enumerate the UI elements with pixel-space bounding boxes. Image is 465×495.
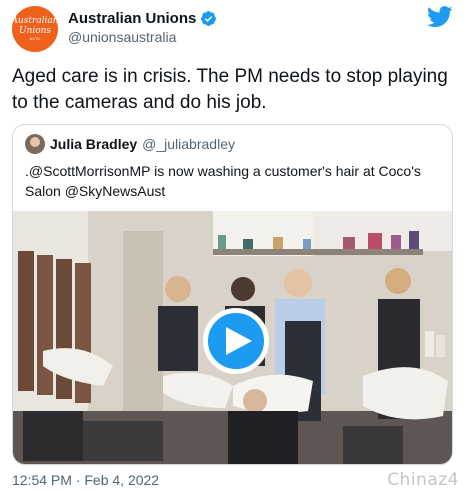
author-display-name-row[interactable]: Australian Unions bbox=[68, 9, 217, 28]
quoted-tweet-video[interactable] bbox=[13, 211, 452, 464]
quoted-tweet-card[interactable]: Julia Bradley @_juliabradley .@ScottMorr… bbox=[12, 124, 453, 465]
twitter-bird-icon[interactable] bbox=[427, 6, 453, 28]
avatar-text-line3: ACTU bbox=[29, 36, 41, 41]
tweet-timestamp[interactable]: 12:54 PM · Feb 4, 2022 bbox=[12, 472, 159, 488]
author-avatar[interactable]: Australian Unions ACTU bbox=[12, 6, 58, 52]
quoted-author-handle: @_juliabradley bbox=[142, 136, 235, 152]
verified-badge-icon bbox=[200, 10, 217, 27]
author-handle[interactable]: @unionsaustralia bbox=[68, 28, 217, 47]
avatar-text-line1: Australian bbox=[12, 16, 58, 26]
author-display-name[interactable]: Australian Unions bbox=[68, 9, 196, 28]
watermark: Chinaz4 bbox=[387, 470, 459, 490]
tweet-header: Australian Unions ACTU Australian Unions… bbox=[12, 6, 453, 52]
quoted-tweet-text: .@ScottMorrisonMP is now washing a custo… bbox=[25, 163, 421, 199]
author-names: Australian Unions @unionsaustralia bbox=[68, 9, 217, 47]
play-icon bbox=[226, 327, 252, 355]
quoted-author-display-name: Julia Bradley bbox=[50, 136, 138, 152]
quoted-author-avatar bbox=[25, 134, 45, 154]
play-button[interactable] bbox=[203, 308, 269, 374]
tweet-text: Aged care is in crisis. The PM needs to … bbox=[12, 66, 448, 113]
quoted-tweet-header: Julia Bradley @_juliabradley bbox=[25, 134, 235, 154]
avatar-text-line2: Unions bbox=[18, 26, 52, 36]
